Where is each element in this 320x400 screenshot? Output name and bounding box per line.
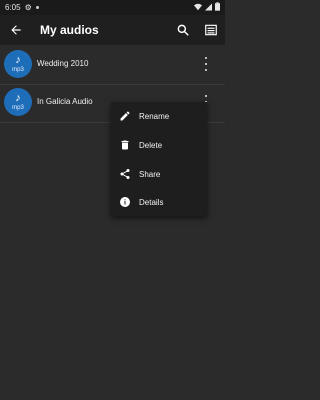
back-arrow-icon[interactable] [9,23,23,37]
notification-dot-icon [35,6,39,9]
audio-name: In Galicia Audio [37,97,93,106]
menu-item-share[interactable]: Share [111,160,207,188]
menu-item-delete[interactable]: Delete [111,131,207,159]
pencil-icon [120,111,130,121]
audio-name: Wedding 2010 [37,59,89,68]
status-time: 6:05 [5,3,21,12]
status-bar: 6:05 ⚙ [0,0,225,15]
wifi-icon [194,3,202,10]
page-title: My audios [40,23,99,37]
file-format-label: mp3 [12,104,24,111]
view-options-icon[interactable] [204,23,218,37]
app-bar: My audios [0,15,225,45]
menu-item-label: Details [139,197,164,207]
audio-file-icon: ♪ mp3 [4,88,32,116]
list-item[interactable]: ♪ mp3 Wedding 2010 [0,47,225,85]
battery-icon [215,2,220,11]
search-icon[interactable] [176,23,190,37]
context-menu: Rename Delete Share Details [111,102,207,216]
menu-item-label: Delete [139,140,163,150]
music-note-icon: ♪ [15,91,21,104]
signal-icon [205,3,212,10]
menu-item-label: Rename [139,111,170,121]
trash-icon [121,140,129,150]
info-icon [120,197,130,207]
audio-file-icon: ♪ mp3 [4,50,32,78]
settings-gear-icon: ⚙ [24,3,32,12]
menu-item-label: Share [139,169,161,179]
status-indicators [194,2,220,11]
more-options-icon[interactable] [202,57,210,71]
file-format-label: mp3 [12,66,24,73]
music-note-icon: ♪ [15,53,21,66]
menu-item-rename[interactable]: Rename [111,102,207,130]
share-icon [120,169,130,179]
menu-item-details[interactable]: Details [111,188,207,216]
